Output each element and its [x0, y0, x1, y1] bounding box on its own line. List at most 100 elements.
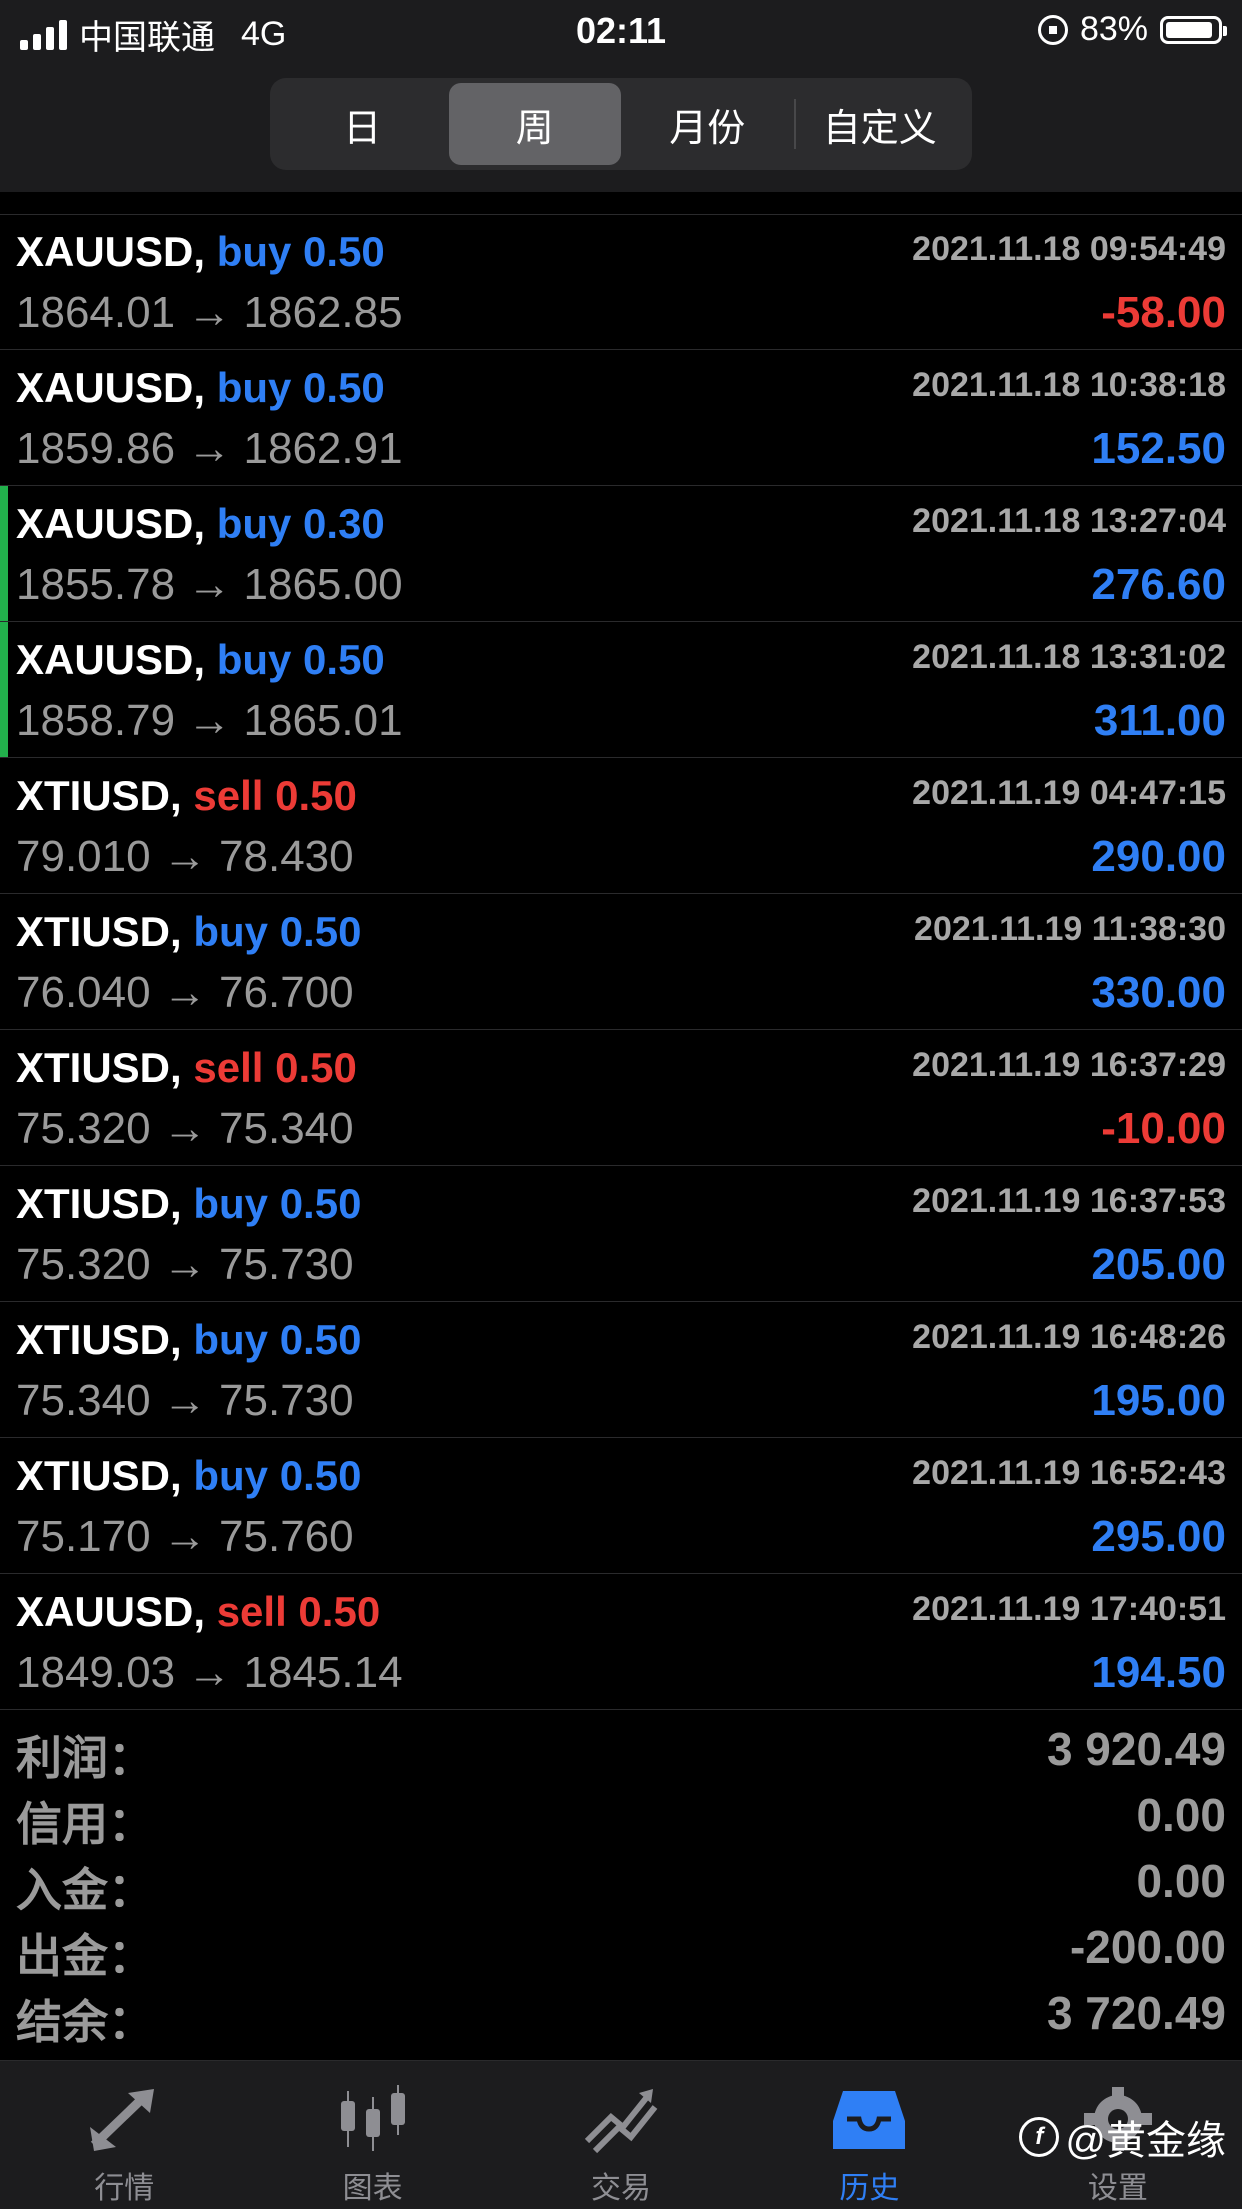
trade-side: buy 0.50: [193, 908, 362, 955]
trade-row[interactable]: XTIUSD, buy 0.50 2021.11.19 16:52:43 75.…: [0, 1438, 1242, 1574]
watermark: f @黄金缘: [1019, 2108, 1226, 2166]
summary-row-profit: 利润： 3 920.49: [0, 1716, 1242, 1784]
summary-row-credit: 信用： 0.00: [0, 1782, 1242, 1850]
trade-symbol: XTIUSD,: [16, 1316, 182, 1363]
trade-row[interactable]: XTIUSD, buy 0.50 2021.11.19 11:38:30 76.…: [0, 894, 1242, 1030]
trade-time: 2021.11.19 16:37:53: [912, 1182, 1226, 1220]
partial-profit: 595.00: [1098, 192, 1226, 200]
status-bar: 中国联通 4G 02:11 83%: [0, 0, 1242, 62]
trade-profit: 276.60: [1091, 560, 1226, 609]
trade-prices: 76.040 → 76.700: [16, 968, 354, 1017]
quotes-arrows-icon: [90, 2089, 155, 2151]
trade-side: buy 0.50: [193, 1180, 362, 1227]
summary-label: 信用：: [16, 1798, 154, 1850]
header: 日 周 月份 自定义: [0, 62, 1242, 192]
summary-value: -200.00: [1069, 1921, 1226, 1973]
tab-label: 交易: [591, 2172, 652, 2205]
trade-profit: 152.50: [1091, 424, 1226, 473]
trade-profit: 311.00: [1093, 696, 1226, 745]
trade-prices: 75.340 → 75.730: [16, 1376, 354, 1425]
tab-custom[interactable]: 自定义: [793, 83, 967, 165]
trade-symbol: XAUUSD,: [16, 636, 206, 683]
period-selector: 日 周 月份 自定义: [270, 78, 972, 170]
tab-label: 设置: [1087, 2172, 1148, 2205]
history-tray-icon: [833, 2091, 906, 2149]
summary-label: 出金：: [16, 1930, 154, 1982]
trade-symbol: XAUUSD,: [16, 364, 206, 411]
trade-time: 2021.11.19 16:52:43: [912, 1454, 1226, 1492]
trade-symbol: XAUUSD,: [16, 500, 206, 547]
trade-prices: 75.170 → 75.760: [16, 1512, 354, 1561]
trade-side: sell 0.50: [216, 1588, 381, 1635]
trade-side: buy 0.50: [193, 1316, 362, 1363]
trade-profit: 330.00: [1091, 968, 1226, 1017]
summary-row-withdrawal: 出金： -200.00: [0, 1914, 1242, 1982]
trade-row[interactable]: XTIUSD, sell 0.50 2021.11.19 04:47:15 79…: [0, 758, 1242, 894]
partial-prices: 76.050 → 77.240: [16, 192, 354, 202]
partial-trade-row[interactable]: 76.050 → 77.240 595.00: [0, 192, 1242, 215]
trade-prices: 1858.79 → 1865.01: [16, 696, 403, 745]
tab-month[interactable]: 月份: [621, 83, 794, 165]
trade-prices: 1859.86 → 1862.91: [16, 424, 403, 473]
trade-row[interactable]: XAUUSD, buy 0.30 2021.11.18 13:27:04 185…: [0, 486, 1242, 622]
trade-time: 2021.11.19 16:37:29: [912, 1046, 1226, 1084]
tab-label: 图表: [342, 2172, 403, 2205]
trade-row[interactable]: XTIUSD, sell 0.50 2021.11.19 16:37:29 75…: [0, 1030, 1242, 1166]
trade-symbol: XTIUSD,: [16, 1452, 182, 1499]
summary-row-deposit: 入金： 0.00: [0, 1848, 1242, 1916]
tab-trade[interactable]: 交易: [497, 2061, 745, 2209]
trade-time: 2021.11.19 17:40:51: [912, 1590, 1226, 1628]
trade-profit: 195.00: [1091, 1376, 1226, 1425]
tab-chart[interactable]: 图表: [248, 2061, 496, 2209]
tab-label: 行情: [94, 2172, 155, 2205]
trade-prices: 1864.01 → 1862.85: [16, 288, 403, 337]
trade-profit: 194.50: [1091, 1648, 1226, 1697]
tab-label: 历史: [839, 2172, 900, 2205]
trade-list: XAUUSD, buy 0.50 2021.11.18 09:54:49 186…: [0, 214, 1242, 1710]
trade-side: sell 0.50: [193, 772, 357, 819]
trade-row[interactable]: XAUUSD, buy 0.50 2021.11.18 13:31:02 185…: [0, 622, 1242, 758]
trade-row[interactable]: XAUUSD, buy 0.50 2021.11.18 09:54:49 186…: [0, 214, 1242, 350]
trade-chart-icon: [584, 2089, 658, 2154]
trade-time: 2021.11.18 13:27:04: [912, 502, 1226, 540]
trade-prices: 79.010 → 78.430: [16, 832, 354, 881]
trade-symbol: XTIUSD,: [16, 772, 182, 819]
summary-label: 结余：: [16, 1996, 154, 2048]
summary-value: 3 720.49: [1046, 1987, 1226, 2039]
account-summary: 利润： 3 920.49 信用： 0.00 入金： 0.00 出金： -200.…: [0, 1716, 1242, 2048]
watermark-text: @黄金缘: [1065, 2119, 1226, 2163]
summary-row-balance: 结余： 3 720.49: [0, 1980, 1242, 2048]
watermark-logo: f: [1019, 2117, 1060, 2157]
tab-day[interactable]: 日: [276, 83, 449, 165]
summary-value: 3 920.49: [1046, 1723, 1226, 1775]
tab-quotes[interactable]: 行情: [0, 2061, 248, 2209]
battery-icon: [1160, 15, 1227, 44]
trade-side: buy 0.30: [216, 500, 385, 547]
summary-label: 利润：: [16, 1732, 154, 1784]
trade-profit: 290.00: [1091, 832, 1226, 881]
trade-time: 2021.11.19 04:47:15: [912, 774, 1226, 812]
trade-symbol: XAUUSD,: [16, 228, 206, 275]
trade-row[interactable]: XTIUSD, buy 0.50 2021.11.19 16:48:26 75.…: [0, 1302, 1242, 1438]
trade-symbol: XTIUSD,: [16, 1180, 182, 1227]
trade-side: buy 0.50: [216, 636, 385, 683]
trade-prices: 1849.03 → 1845.14: [16, 1648, 403, 1697]
tab-history[interactable]: 历史: [745, 2061, 993, 2209]
trade-row[interactable]: XAUUSD, sell 0.50 2021.11.19 17:40:51 18…: [0, 1574, 1242, 1710]
trade-row[interactable]: XAUUSD, buy 0.50 2021.11.18 10:38:18 185…: [0, 350, 1242, 486]
tab-week[interactable]: 周: [448, 83, 621, 165]
candlestick-chart-icon: [340, 2085, 405, 2151]
trade-side: sell 0.50: [193, 1044, 357, 1091]
trade-time: 2021.11.18 09:54:49: [912, 230, 1226, 268]
rotation-lock-icon: [1037, 14, 1068, 45]
trade-time: 2021.11.19 16:48:26: [912, 1318, 1226, 1356]
trade-time: 2021.11.18 10:38:18: [912, 366, 1226, 404]
trade-profit: -10.00: [1101, 1104, 1226, 1153]
trade-profit: 205.00: [1091, 1240, 1226, 1289]
trade-symbol: XAUUSD,: [16, 1588, 206, 1635]
trade-profit: -58.00: [1101, 288, 1226, 337]
summary-value: 0.00: [1136, 1789, 1226, 1841]
trade-side: buy 0.50: [193, 1452, 362, 1499]
trade-prices: 75.320 → 75.730: [16, 1240, 354, 1289]
trade-row[interactable]: XTIUSD, buy 0.50 2021.11.19 16:37:53 75.…: [0, 1166, 1242, 1302]
